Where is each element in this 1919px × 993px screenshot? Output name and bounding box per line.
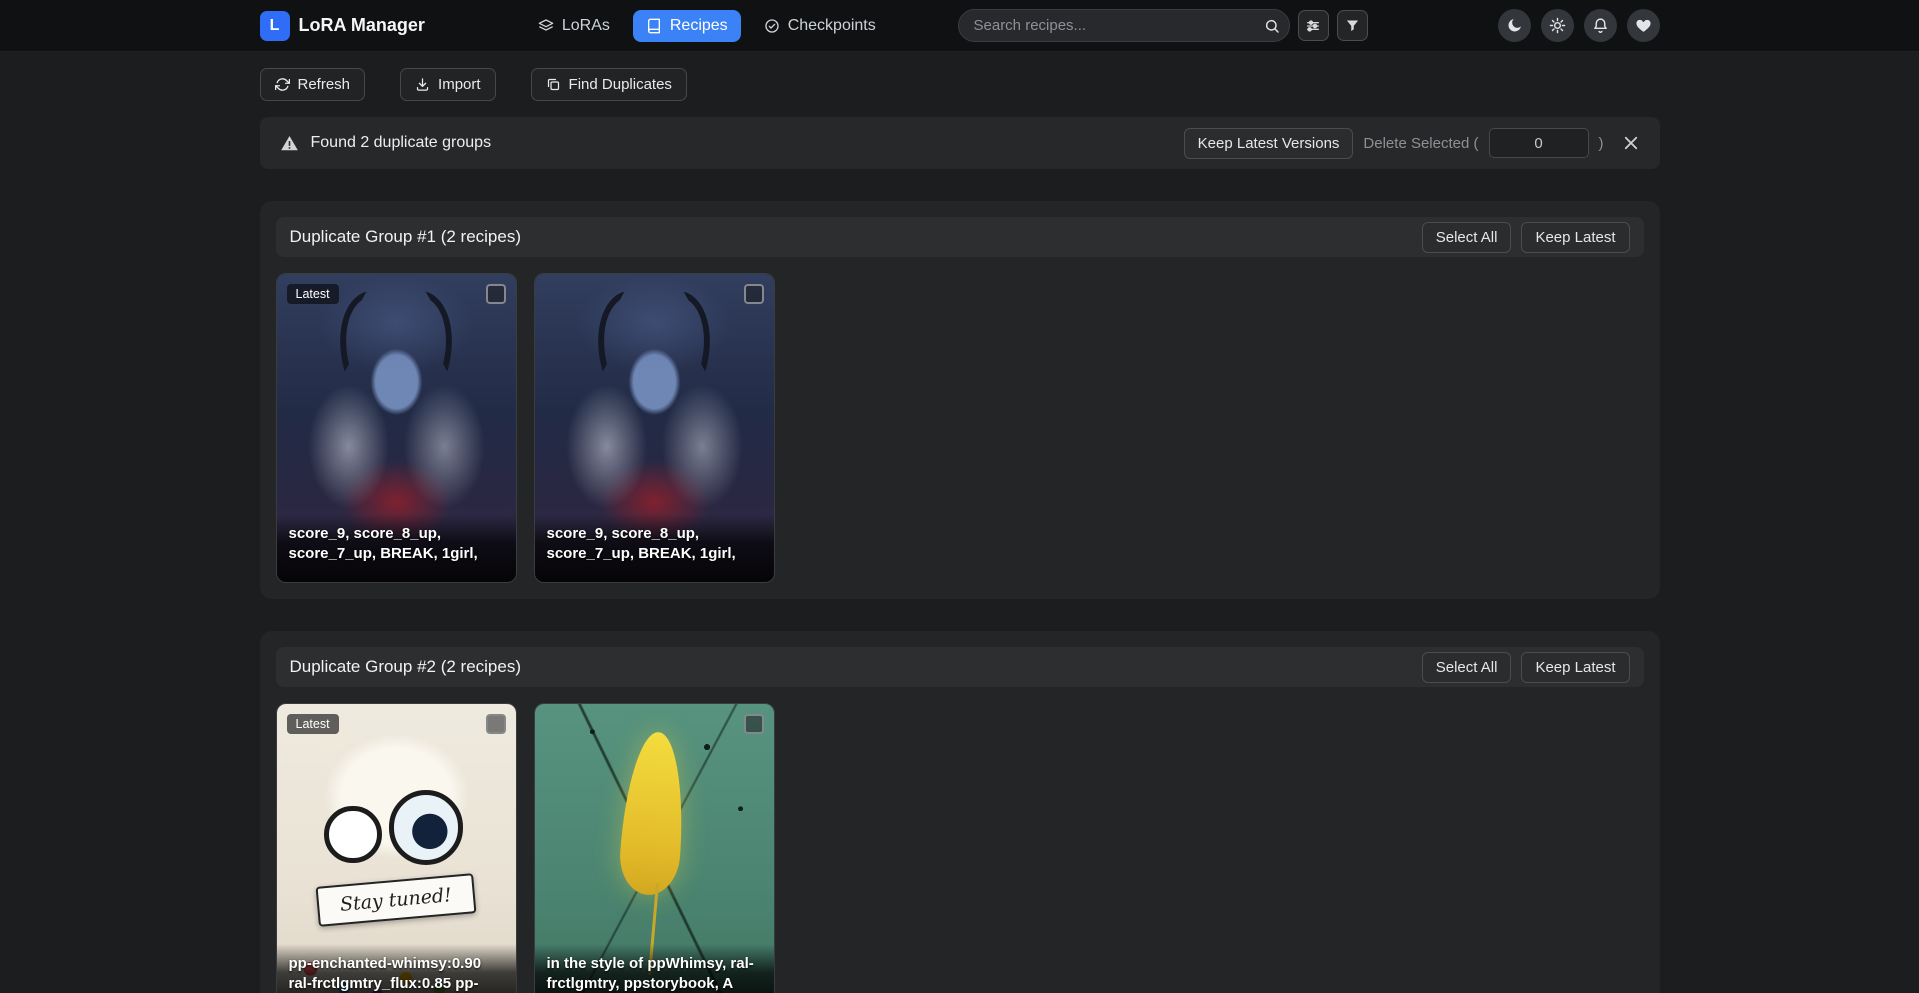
refresh-button[interactable]: Refresh [260, 68, 366, 101]
group-title: Duplicate Group #1 (2 recipes) [290, 227, 522, 247]
recipe-card[interactable]: score_9, score_8_up, score_7_up, BREAK, … [534, 273, 775, 583]
keep-latest-button[interactable]: Keep Latest [1521, 652, 1629, 683]
tab-loras[interactable]: LoRAs [525, 10, 623, 42]
warning-icon [280, 134, 299, 153]
sign-text: Stay tuned! [339, 884, 452, 916]
recipe-card[interactable]: Stay tuned! Latest pp-enchanted-whimsy:0… [276, 703, 517, 993]
duplicates-banner: Found 2 duplicate groups Keep Latest Ver… [260, 117, 1660, 169]
close-banner-button[interactable] [1622, 134, 1640, 152]
group-header: Duplicate Group #2 (2 recipes) Select Al… [276, 647, 1644, 687]
tab-label: Recipes [670, 17, 728, 35]
toolbar: Refresh Import Find Duplicates [260, 68, 1660, 101]
search-button[interactable] [1258, 12, 1286, 39]
nav-tabs: LoRAs Recipes Checkpoints [525, 10, 889, 42]
brand[interactable]: L LoRA Manager [260, 11, 425, 41]
app-title: LoRA Manager [299, 15, 425, 36]
navbar: L LoRA Manager LoRAs Recipes Checkpoi [0, 0, 1919, 52]
keep-latest-versions-button[interactable]: Keep Latest Versions [1184, 128, 1354, 159]
keep-latest-button[interactable]: Keep Latest [1521, 222, 1629, 253]
logo-letter: L [270, 17, 280, 35]
import-button[interactable]: Import [400, 68, 496, 101]
app-logo: L [260, 11, 290, 41]
recipe-caption: score_9, score_8_up, score_7_up, BREAK, … [277, 514, 516, 582]
delete-selected-label: Delete Selected ( [1363, 135, 1478, 152]
select-all-button[interactable]: Select All [1422, 652, 1512, 683]
book-icon [646, 18, 662, 34]
refresh-label: Refresh [298, 76, 351, 93]
card-list: Stay tuned! Latest pp-enchanted-whimsy:0… [276, 703, 1644, 993]
bell-icon [1592, 17, 1609, 34]
favorites-button[interactable] [1627, 9, 1660, 42]
search-input[interactable] [958, 9, 1290, 42]
check-circle-icon [764, 18, 780, 34]
duplicate-group-panel: Duplicate Group #1 (2 recipes) Select Al… [260, 201, 1660, 599]
theme-toggle-button[interactable] [1498, 9, 1531, 42]
layers-icon [538, 18, 554, 34]
duplicates-icon [546, 77, 561, 92]
moon-icon [1506, 17, 1523, 34]
search-icon [1264, 18, 1280, 34]
main-content: Refresh Import Find Duplicates Found 2 d… [260, 68, 1660, 993]
group-title: Duplicate Group #2 (2 recipes) [290, 657, 522, 677]
tab-label: Checkpoints [788, 17, 876, 35]
selected-count-input[interactable] [1489, 128, 1589, 158]
recipe-card[interactable]: in the style of ppWhimsy, ral-frctlgmtry… [534, 703, 775, 993]
recipe-caption: score_9, score_8_up, score_7_up, BREAK, … [535, 514, 774, 582]
close-icon [1622, 134, 1640, 152]
group-header: Duplicate Group #1 (2 recipes) Select Al… [276, 217, 1644, 257]
import-label: Import [438, 76, 481, 93]
refresh-icon [275, 77, 290, 92]
recipe-caption: in the style of ppWhimsy, ral-frctlgmtry… [535, 944, 774, 993]
tab-label: LoRAs [562, 17, 610, 35]
sliders-icon [1305, 18, 1321, 34]
find-duplicates-button[interactable]: Find Duplicates [531, 68, 687, 101]
recipe-card[interactable]: Latest score_9, score_8_up, score_7_up, … [276, 273, 517, 583]
card-list: Latest score_9, score_8_up, score_7_up, … [276, 273, 1644, 583]
select-checkbox[interactable] [486, 284, 506, 304]
latest-badge: Latest [287, 714, 339, 734]
notifications-button[interactable] [1584, 9, 1617, 42]
search-box [958, 9, 1290, 42]
duplicate-group-panel: Duplicate Group #2 (2 recipes) Select Al… [260, 631, 1660, 993]
funnel-icon [1345, 18, 1360, 33]
select-checkbox[interactable] [744, 714, 764, 734]
tab-checkpoints[interactable]: Checkpoints [751, 10, 889, 42]
latest-badge: Latest [287, 284, 339, 304]
settings-button[interactable] [1541, 9, 1574, 42]
search-options-button[interactable] [1298, 10, 1329, 41]
tab-recipes[interactable]: Recipes [633, 10, 741, 42]
gear-icon [1549, 17, 1566, 34]
select-all-button[interactable]: Select All [1422, 222, 1512, 253]
banner-message: Found 2 duplicate groups [311, 134, 492, 152]
select-checkbox[interactable] [744, 284, 764, 304]
find-duplicates-label: Find Duplicates [569, 76, 672, 93]
search-group [958, 9, 1368, 42]
nav-actions [1498, 9, 1660, 42]
import-icon [415, 77, 430, 92]
filter-button[interactable] [1337, 10, 1368, 41]
recipe-caption: pp-enchanted-whimsy:0.90 ral-frctlgmtry_… [277, 944, 516, 993]
select-checkbox[interactable] [486, 714, 506, 734]
delete-selected-suffix: ) [1599, 135, 1604, 152]
heart-icon [1635, 17, 1652, 34]
